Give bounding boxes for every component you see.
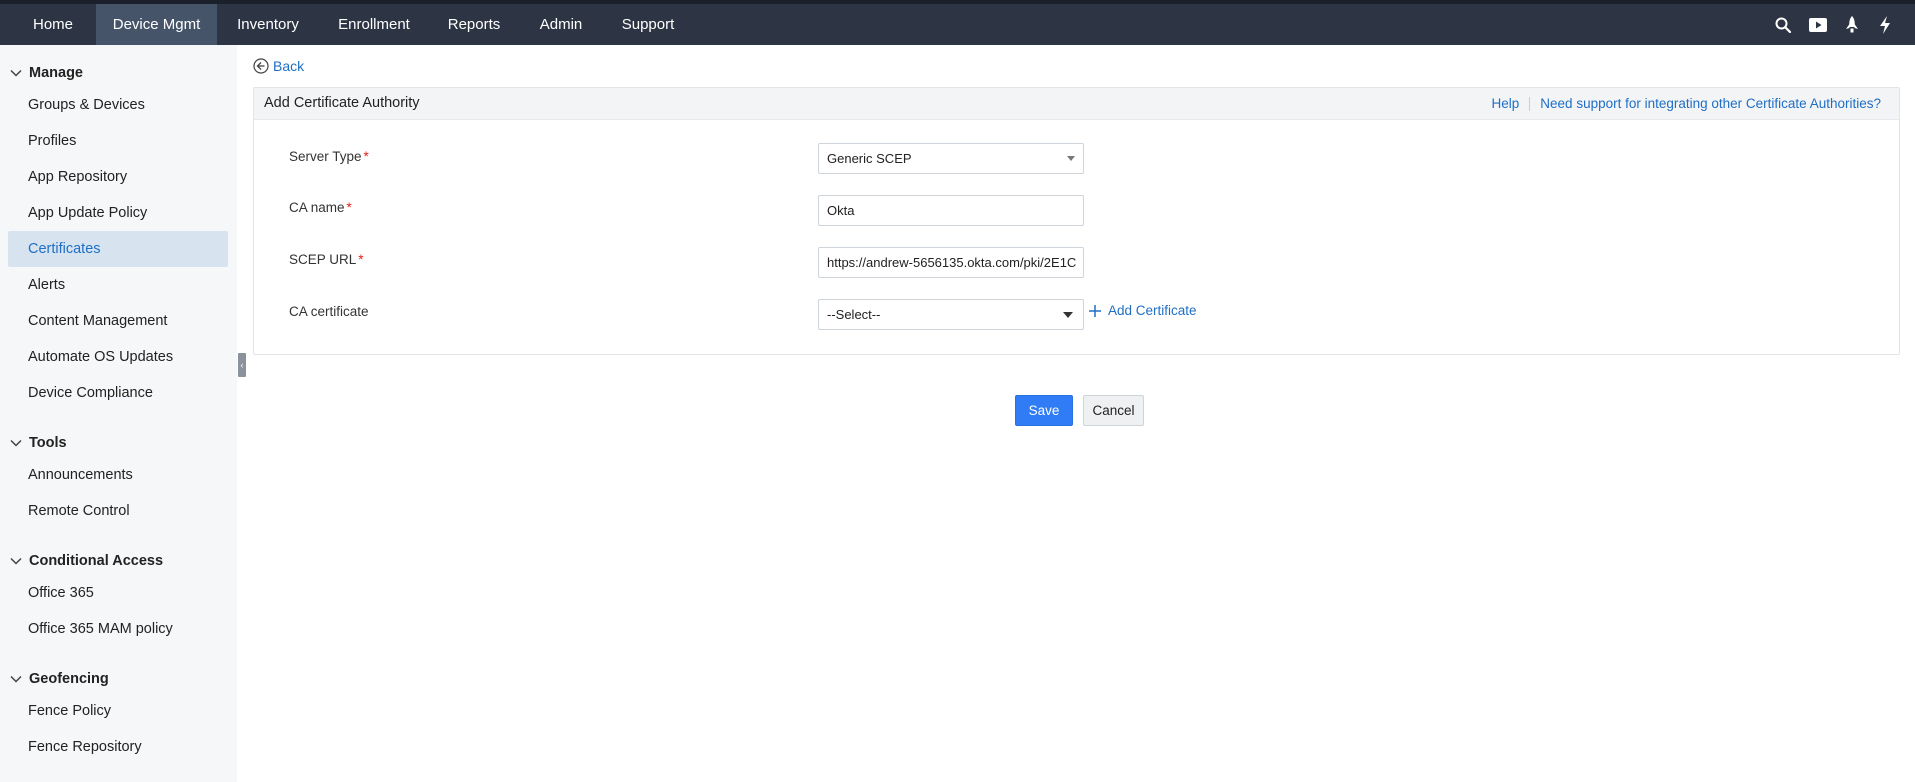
scep-url-label-text: SCEP URL (289, 252, 357, 267)
panel-header: Add Certificate Authority Help Need supp… (254, 88, 1899, 120)
sidebar-item-office-365[interactable]: Office 365 (8, 575, 228, 611)
sidebar-section-title: Tools (29, 435, 67, 451)
server-type-value: Generic SCEP (827, 151, 912, 166)
rocket-icon[interactable] (1842, 16, 1862, 34)
caret-down-icon (1063, 312, 1073, 318)
arrow-left-circle-icon (253, 58, 269, 74)
sidebar-section-manage[interactable]: Manage (10, 65, 83, 81)
ca-certificate-label: CA certificate (289, 304, 369, 319)
sidebar-item-announcements[interactable]: Announcements (8, 457, 228, 493)
chevron-down-icon (10, 69, 22, 77)
help-link[interactable]: Help (1492, 96, 1520, 111)
sidebar-section-tools[interactable]: Tools (10, 435, 67, 451)
tab-device-mgmt[interactable]: Device Mgmt (96, 4, 217, 45)
sidebar-item-app-repository[interactable]: App Repository (8, 159, 228, 195)
sidebar: Manage Groups & Devices Profiles App Rep… (0, 45, 237, 782)
link-divider (1529, 96, 1531, 111)
search-icon[interactable] (1773, 16, 1793, 34)
tab-inventory[interactable]: Inventory (228, 4, 308, 45)
panel-links: Help Need support for integrating other … (1492, 96, 1881, 111)
caret-down-icon (1067, 156, 1075, 161)
required-mark: * (363, 149, 369, 164)
plus-icon (1089, 304, 1101, 317)
tab-support[interactable]: Support (614, 4, 682, 45)
chevron-down-icon (10, 439, 22, 447)
sidebar-item-remote-control[interactable]: Remote Control (8, 493, 228, 529)
sidebar-item-profiles[interactable]: Profiles (8, 123, 228, 159)
sidebar-section-title: Manage (29, 65, 83, 81)
scep-url-input[interactable]: https://andrew-5656135.okta.com/pki/2E1C (818, 247, 1084, 278)
sidebar-section-geofencing[interactable]: Geofencing (10, 671, 109, 687)
ca-certificate-value: --Select-- (827, 307, 881, 322)
sidebar-item-alerts[interactable]: Alerts (8, 267, 228, 303)
ca-name-label-text: CA name (289, 200, 345, 215)
sidebar-section-conditional-access[interactable]: Conditional Access (10, 553, 163, 569)
sidebar-section-title: Conditional Access (29, 553, 164, 569)
sidebar-item-content-management[interactable]: Content Management (8, 303, 228, 339)
panel-title: Add Certificate Authority (264, 95, 420, 111)
sidebar-collapse-handle[interactable]: ‹ (238, 353, 246, 377)
sidebar-item-app-update-policy[interactable]: App Update Policy (8, 195, 228, 231)
sidebar-item-office-365-mam-policy[interactable]: Office 365 MAM policy (8, 611, 228, 647)
server-type-select[interactable]: Generic SCEP (818, 143, 1084, 174)
ca-name-label: CA name * (289, 200, 352, 215)
video-icon[interactable] (1808, 16, 1828, 34)
tab-enrollment[interactable]: Enrollment (328, 4, 420, 45)
sidebar-section-title: Geofencing (29, 671, 109, 687)
server-type-label-text: Server Type (289, 149, 362, 164)
ca-name-input[interactable]: Okta (818, 195, 1084, 226)
add-certificate-authority-panel: Add Certificate Authority Help Need supp… (253, 87, 1900, 355)
sidebar-item-automate-os-updates[interactable]: Automate OS Updates (8, 339, 228, 375)
support-link[interactable]: Need support for integrating other Certi… (1540, 96, 1881, 111)
add-certificate-label: Add Certificate (1108, 303, 1197, 318)
ca-certificate-select[interactable]: --Select-- (818, 299, 1084, 330)
back-link[interactable]: Back (253, 58, 304, 74)
sidebar-item-groups-devices[interactable]: Groups & Devices (8, 87, 228, 123)
tab-reports[interactable]: Reports (440, 4, 508, 45)
tab-admin[interactable]: Admin (528, 4, 594, 45)
sidebar-item-device-compliance[interactable]: Device Compliance (8, 375, 228, 411)
flash-icon[interactable] (1875, 16, 1895, 34)
sidebar-item-certificates[interactable]: Certificates (8, 231, 228, 267)
back-link-label: Back (273, 58, 305, 74)
tab-home[interactable]: Home (18, 4, 88, 45)
chevron-down-icon (10, 557, 22, 565)
sidebar-item-fence-policy[interactable]: Fence Policy (8, 693, 228, 729)
server-type-label: Server Type * (289, 149, 369, 164)
top-navigation-bar: Home Device Mgmt Inventory Enrollment Re… (0, 0, 1915, 45)
save-button[interactable]: Save (1015, 395, 1073, 426)
chevron-down-icon (10, 675, 22, 683)
required-mark: * (358, 252, 364, 267)
sidebar-item-fence-repository[interactable]: Fence Repository (8, 729, 228, 765)
required-mark: * (346, 200, 352, 215)
scep-url-label: SCEP URL * (289, 252, 364, 267)
add-certificate-link[interactable]: Add Certificate (1088, 303, 1197, 318)
cancel-button[interactable]: Cancel (1083, 395, 1144, 426)
